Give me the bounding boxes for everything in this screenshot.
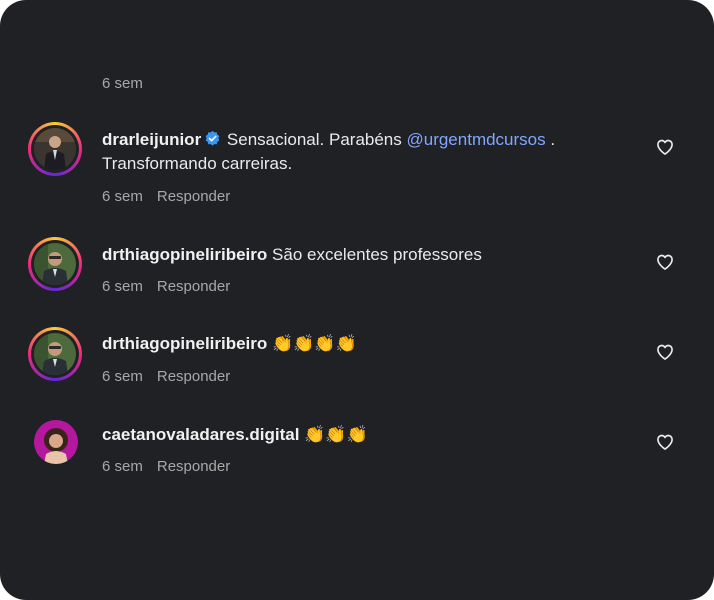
avatar[interactable] bbox=[34, 420, 78, 464]
comment-meta: 6 sem Responder bbox=[102, 278, 230, 295]
comment-text: drarleijunior Sensacional. Parabéns @urg… bbox=[102, 128, 642, 176]
clapping-hands-emoji: 👏 bbox=[335, 334, 357, 353]
reply-button[interactable]: Responder bbox=[157, 368, 230, 385]
comment-timestamp: 6 sem bbox=[102, 278, 143, 295]
mention-link[interactable]: @urgentmdcursos bbox=[406, 130, 545, 149]
avatar[interactable] bbox=[28, 122, 82, 176]
clapping-hands-emoji: 👏 bbox=[346, 425, 368, 444]
comment-text: drthiagopineliribeiro São excelentes pro… bbox=[102, 243, 642, 267]
reply-button[interactable]: Responder bbox=[157, 278, 230, 295]
comments-panel: 6 sem drarleijunior Sensacional. Parabén… bbox=[0, 0, 714, 600]
comment-timestamp: 6 sem bbox=[102, 368, 143, 385]
clapping-hands-emoji: 👏 bbox=[272, 334, 294, 353]
heart-outline-icon[interactable] bbox=[655, 137, 675, 157]
comment-username[interactable]: drthiagopineliribeiro bbox=[102, 245, 267, 264]
comment-text-line: Transformando carreiras. bbox=[102, 154, 293, 173]
comment-username[interactable]: drarleijunior bbox=[102, 130, 201, 149]
comment-meta: 6 sem Responder bbox=[102, 188, 230, 205]
heart-outline-icon[interactable] bbox=[655, 252, 675, 272]
comment-text-part: Sensacional. Parabéns bbox=[226, 130, 407, 149]
reply-button[interactable]: Responder bbox=[157, 188, 230, 205]
comment-timestamp: 6 sem bbox=[102, 75, 143, 92]
heart-outline-icon[interactable] bbox=[655, 342, 675, 362]
reply-button[interactable]: Responder bbox=[157, 458, 230, 475]
comment-username[interactable]: caetanovaladares.digital bbox=[102, 425, 299, 444]
comment-username[interactable]: drthiagopineliribeiro bbox=[102, 334, 267, 353]
comment-meta: 6 sem Responder bbox=[102, 458, 230, 475]
comment-text: drthiagopineliribeiro 👏👏👏👏 bbox=[102, 332, 642, 356]
avatar[interactable] bbox=[28, 237, 82, 291]
verified-badge-icon bbox=[205, 130, 220, 146]
comment-text-part: São excelentes professores bbox=[272, 245, 482, 264]
clapping-hands-emoji: 👏 bbox=[314, 334, 336, 353]
avatar[interactable] bbox=[28, 327, 82, 381]
clapping-hands-emoji: 👏 bbox=[293, 334, 315, 353]
clapping-hands-emoji: 👏 bbox=[304, 425, 326, 444]
avatar-photo bbox=[34, 128, 76, 170]
avatar-photo bbox=[34, 243, 76, 285]
comment-timestamp: 6 sem bbox=[102, 188, 143, 205]
comment-text-part: . bbox=[545, 130, 556, 149]
heart-outline-icon[interactable] bbox=[655, 432, 675, 452]
comment-timestamp: 6 sem bbox=[102, 458, 143, 475]
avatar-photo bbox=[34, 333, 76, 375]
clapping-hands-emoji: 👏 bbox=[325, 425, 347, 444]
comment-text: caetanovaladares.digital 👏👏👏 bbox=[102, 423, 642, 447]
comment-meta: 6 sem Responder bbox=[102, 368, 230, 385]
avatar-photo bbox=[34, 420, 78, 464]
